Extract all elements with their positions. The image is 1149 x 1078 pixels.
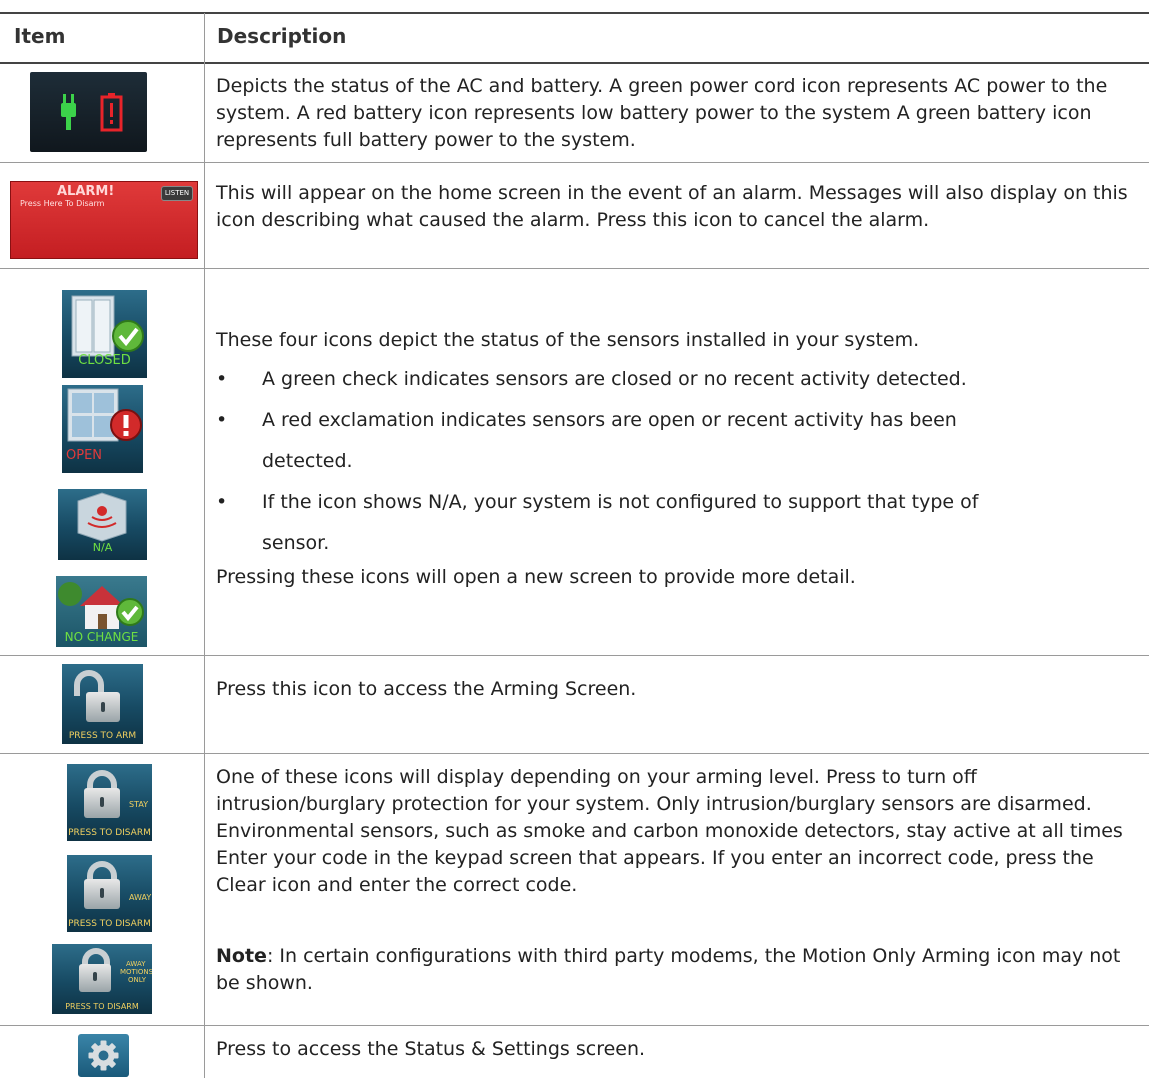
list-item: • A red exclamation indicates sensors are… <box>216 409 957 472</box>
row-divider <box>0 162 1149 163</box>
sensor-na-caption: N/A <box>92 541 113 554</box>
sensor-open-icon: OPEN <box>62 385 143 473</box>
row-ac-battery-description: Depicts the status of the AC and battery… <box>216 75 1108 151</box>
press-to-arm-button: PRESS TO ARM <box>62 664 143 744</box>
disarm-away-caption: PRESS TO DISARM <box>68 919 151 929</box>
row-divider <box>0 753 1149 754</box>
sensor-closed-icon: CLOSED <box>62 290 147 378</box>
row-disarm-note: Note: In certain configurations with thi… <box>216 943 1141 997</box>
row-disarm-description: One of these icons will display dependin… <box>216 766 1123 896</box>
row-divider <box>0 1025 1149 1026</box>
away-label: AWAY <box>126 960 146 968</box>
sensor-closed-caption: CLOSED <box>78 353 131 368</box>
disarm-stay-caption: PRESS TO DISARM <box>68 828 151 838</box>
settings-button <box>78 1034 129 1077</box>
row-sensors-outro: Pressing these icons will open a new scr… <box>216 566 856 588</box>
row-divider <box>0 655 1149 656</box>
list-item: • If the icon shows N/A, your system is n… <box>216 491 979 554</box>
note-label: Note <box>216 945 267 967</box>
alarm-subtitle: Press Here To Disarm <box>20 199 105 208</box>
disarm-away-button: AWAY PRESS TO DISARM <box>67 855 152 932</box>
away-label: AWAY <box>129 893 152 902</box>
alarm-title: ALARM! <box>57 184 115 199</box>
row-divider <box>0 268 1149 269</box>
header-item: Item <box>14 24 66 48</box>
power-battery-status-icon <box>30 72 147 152</box>
alarm-disarm-button: ALARM! Press Here To Disarm LISTEN <box>10 181 198 259</box>
sensor-bullet-list: • A green check indicates sensors are clo… <box>216 359 1141 564</box>
press-to-arm-caption: PRESS TO ARM <box>68 731 137 741</box>
disarm-stay-button: STAY PRESS TO DISARM <box>67 764 152 841</box>
sensor-no-change-icon: NO CHANGE <box>56 576 147 647</box>
motions-label: MOTIONS <box>120 968 152 976</box>
row-alarm-description: This will appear on the home screen in t… <box>216 182 1128 231</box>
stay-label: STAY <box>129 800 149 809</box>
row-arm-description: Press this icon to access the Arming Scr… <box>216 678 637 700</box>
only-label: ONLY <box>128 976 146 984</box>
row-sensors-intro: These four icons depict the status of th… <box>216 329 920 351</box>
listen-badge: LISTEN <box>161 186 193 201</box>
column-divider <box>204 13 205 1078</box>
header-bottom-rule <box>0 62 1149 64</box>
header-description: Description <box>217 24 347 48</box>
power-plug-icon <box>61 93 123 132</box>
list-item: • A green check indicates sensors are clo… <box>216 368 967 390</box>
row-settings-description: Press to access the Status & Settings sc… <box>216 1038 646 1060</box>
table-top-rule <box>0 12 1149 14</box>
sensor-open-caption: OPEN <box>66 448 103 463</box>
disarm-away-motions-caption: PRESS TO DISARM <box>65 1002 139 1011</box>
disarm-away-motions-button: AWAY MOTIONS ONLY PRESS TO DISARM <box>52 944 152 1014</box>
sensor-na-icon: N/A <box>58 489 147 560</box>
gear-icon <box>88 1040 119 1071</box>
note-text: : In certain configurations with third p… <box>216 945 1121 994</box>
sensor-no-change-caption: NO CHANGE <box>64 630 139 644</box>
